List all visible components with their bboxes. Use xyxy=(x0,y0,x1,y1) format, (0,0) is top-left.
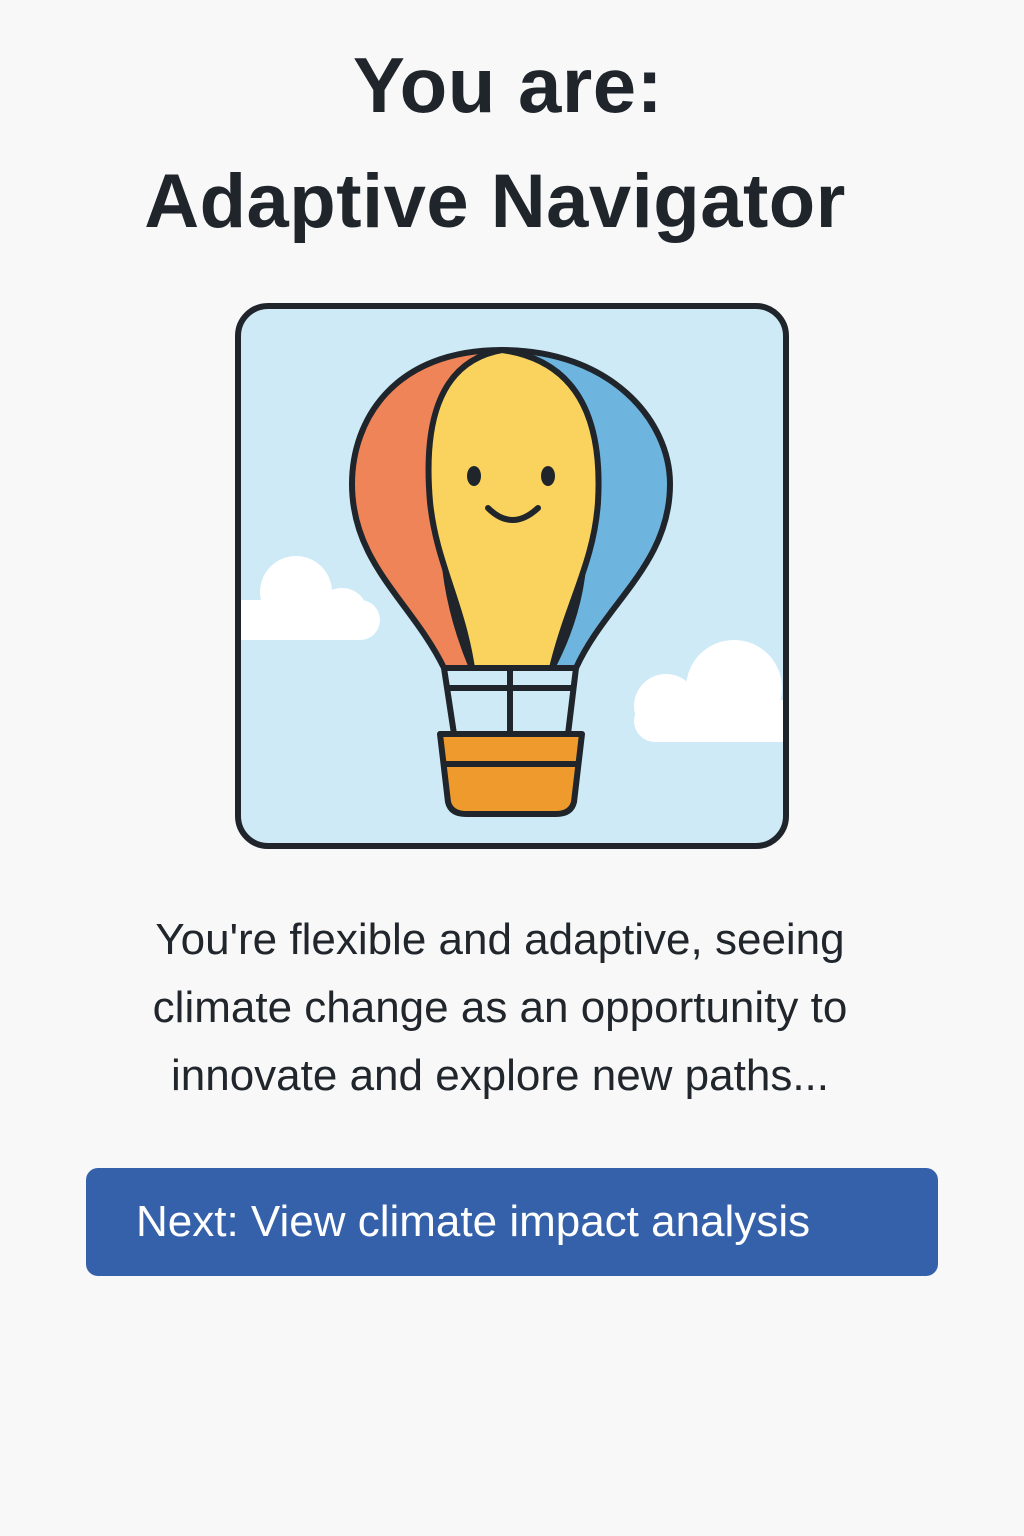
description-line: climate change as an opportunity to xyxy=(152,983,848,1032)
next-button-label: Next: View climate impact analysis xyxy=(136,1197,811,1246)
description-line: innovate and explore new paths... xyxy=(170,1051,829,1100)
hot-air-balloon-icon xyxy=(235,303,789,849)
result-illustration xyxy=(234,302,790,850)
next-button[interactable]: Next: View climate impact analysis xyxy=(86,1168,938,1276)
result-title: Adaptive Navigator xyxy=(144,159,846,244)
description-line: You're flexible and adaptive, seeing xyxy=(155,915,845,964)
result-heading: You are: xyxy=(352,41,664,129)
result-description: You're flexible and adaptive, seeing cli… xyxy=(100,906,900,1110)
